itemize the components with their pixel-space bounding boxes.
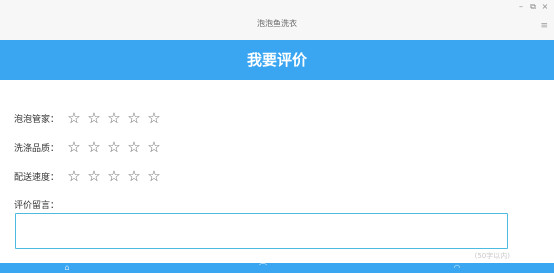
bottom-nav-bar: ⌂ ⌒ ◠ — [0, 263, 554, 273]
page-title: 我要评价 — [246, 51, 307, 69]
page-header: 我要评价 — [0, 40, 554, 80]
star-icon[interactable]: ☆ — [64, 109, 84, 127]
star-icon[interactable]: ☆ — [144, 109, 164, 127]
star-icon[interactable]: ☆ — [84, 167, 104, 185]
star-icon[interactable]: ☆ — [84, 138, 104, 156]
rating-row-butler: 泡泡管家： ☆ ☆ ☆ ☆ ☆ — [14, 108, 164, 128]
star-rating-quality: ☆ ☆ ☆ ☆ ☆ — [64, 138, 164, 156]
profile-icon[interactable]: ◠ — [452, 264, 462, 272]
window-title: 泡泡鱼洗衣 — [257, 19, 297, 28]
menu-icon[interactable]: ≡ — [540, 22, 548, 31]
window-titlebar: – ⧉ × 泡泡鱼洗衣 ≡ — [0, 0, 554, 40]
star-icon[interactable]: ☆ — [124, 109, 144, 127]
home-icon[interactable]: ⌂ — [62, 264, 72, 272]
star-icon[interactable]: ☆ — [124, 167, 144, 185]
star-rating-delivery: ☆ ☆ ☆ ☆ ☆ — [64, 167, 164, 185]
rating-row-delivery: 配送速度： ☆ ☆ ☆ ☆ ☆ — [14, 166, 164, 186]
close-button[interactable]: × — [541, 3, 549, 11]
star-icon[interactable]: ☆ — [104, 167, 124, 185]
minimize-button[interactable]: – — [517, 3, 525, 11]
comment-label: 评价留言： — [14, 201, 60, 211]
comment-textarea[interactable] — [15, 213, 508, 249]
star-icon[interactable]: ☆ — [124, 138, 144, 156]
star-icon[interactable]: ☆ — [64, 138, 84, 156]
rating-label: 配送速度： — [14, 172, 60, 183]
rating-label: 泡泡管家： — [14, 114, 60, 125]
rating-label: 洗涤品质： — [14, 143, 60, 154]
star-icon[interactable]: ☆ — [144, 167, 164, 185]
star-rating-butler: ☆ ☆ ☆ ☆ ☆ — [64, 109, 164, 127]
star-icon[interactable]: ☆ — [104, 138, 124, 156]
cart-icon[interactable]: ⌒ — [258, 264, 268, 272]
rating-row-quality: 洗涤品质： ☆ ☆ ☆ ☆ ☆ — [14, 137, 164, 157]
star-icon[interactable]: ☆ — [64, 167, 84, 185]
star-icon[interactable]: ☆ — [84, 109, 104, 127]
star-icon[interactable]: ☆ — [144, 138, 164, 156]
restore-button[interactable]: ⧉ — [529, 3, 537, 11]
char-limit-hint: (50字以内) — [474, 252, 510, 260]
star-icon[interactable]: ☆ — [104, 109, 124, 127]
